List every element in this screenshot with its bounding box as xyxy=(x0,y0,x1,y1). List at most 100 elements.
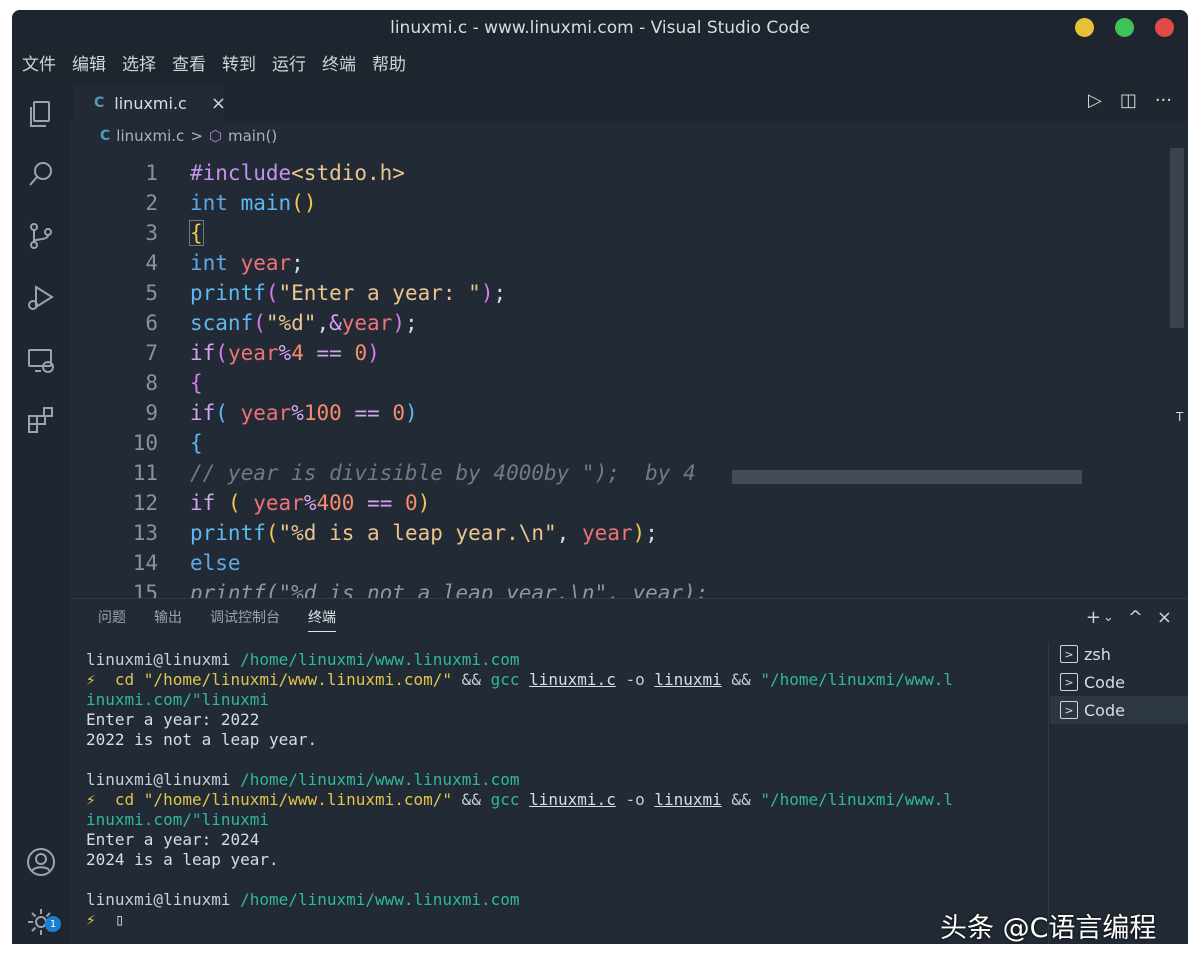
extensions-icon[interactable] xyxy=(25,404,57,436)
maximize-button[interactable] xyxy=(1115,18,1134,37)
terminal-command-wrap: inuxmi.com/"linuxmi xyxy=(86,690,270,709)
code-text: printf("Enter a year: "); xyxy=(190,281,507,305)
tab-debug-console[interactable]: 调试控制台 xyxy=(210,607,280,632)
line-number: 8 xyxy=(145,371,158,395)
code-text: scanf("%d",&year); xyxy=(190,311,418,335)
breadcrumb-symbol[interactable]: main() xyxy=(228,127,277,145)
breadcrumb-file[interactable]: linuxmi.c xyxy=(116,127,184,145)
terminal-item-label: Code xyxy=(1084,672,1125,692)
breadcrumb-c-icon: C xyxy=(100,128,111,144)
terminal-item-label: Code xyxy=(1084,700,1125,720)
remote-explorer-icon[interactable] xyxy=(25,344,57,376)
line-number: 15 xyxy=(132,581,158,598)
code-text: { xyxy=(189,220,204,246)
menu-help[interactable]: 帮助 xyxy=(372,50,406,75)
code-line: 9 if( year%100 == 0) xyxy=(70,398,417,428)
terminal-item-code[interactable]: > Code xyxy=(1050,668,1188,696)
line-number: 4 xyxy=(145,251,158,275)
terminal-output-line: 2022 is not a leap year. xyxy=(86,730,318,749)
code-text: printf("%d is a leap year.\n", year); xyxy=(190,521,658,545)
activity-bar xyxy=(12,78,70,944)
code-text: if(year%4 == 0) xyxy=(190,341,380,365)
line-number: 14 xyxy=(132,551,158,575)
terminal-list-divider xyxy=(1048,642,1049,944)
tab-problems[interactable]: 问题 xyxy=(98,607,126,632)
line-number: 7 xyxy=(145,341,158,365)
code-line: 2 int main() xyxy=(70,188,316,218)
code-line: 6 scanf("%d",&year); xyxy=(70,308,417,338)
terminal-item-zsh[interactable]: > zsh xyxy=(1050,640,1188,668)
menu-edit[interactable]: 编辑 xyxy=(72,50,106,75)
tab-terminal[interactable]: 终端 xyxy=(308,607,336,632)
breadcrumb: C linuxmi.c > ⬡ main() xyxy=(100,124,277,148)
menu-file[interactable]: 文件 xyxy=(22,50,56,75)
maximize-panel-icon[interactable]: ^ xyxy=(1128,607,1143,628)
line-number: 12 xyxy=(132,491,158,515)
search-icon[interactable] xyxy=(25,158,57,190)
tab-label: linuxmi.c xyxy=(114,93,187,113)
terminal-output[interactable]: linuxmi@linuxmi /home/linuxmi/www.linuxm… xyxy=(86,650,1026,930)
code-text: { xyxy=(190,371,203,395)
tab-close-icon[interactable]: × xyxy=(211,93,226,114)
explorer-icon[interactable] xyxy=(25,98,57,130)
run-code-icon[interactable]: ▷ xyxy=(1088,90,1102,111)
account-icon[interactable] xyxy=(25,846,57,878)
code-editor[interactable]: 1 #include<stdio.h> 2 int main() 3{ 4 int y… xyxy=(70,158,1170,598)
minimize-button[interactable] xyxy=(1075,18,1094,37)
terminal-item-code-selected[interactable]: > Code xyxy=(1050,696,1188,724)
terminal-item-label: zsh xyxy=(1084,644,1111,664)
terminal-input-line: Enter a year: 2024 xyxy=(86,830,260,849)
code-text: int year; xyxy=(190,251,304,275)
code-line: 3{ xyxy=(70,218,204,248)
code-line: 14 else xyxy=(70,548,241,578)
editor-tab-bar: C linuxmi.c × ▷ ◫ ··· xyxy=(70,78,1188,122)
terminal-list: > zsh > Code > Code xyxy=(1050,640,1188,724)
code-text: { xyxy=(190,431,203,455)
terminal-command-line: ⚡ cd "/home/linuxmi/www.linuxmi.com/" &&… xyxy=(86,790,953,809)
terminal-icon: > xyxy=(1060,645,1078,663)
code-text: int main() xyxy=(190,191,317,215)
run-debug-icon[interactable] xyxy=(25,282,57,314)
line-number: 1 xyxy=(145,161,158,185)
menu-bar: 文件 编辑 选择 查看 转到 运行 终端 帮助 xyxy=(12,46,1188,78)
line-number: 2 xyxy=(145,191,158,215)
close-panel-icon[interactable]: × xyxy=(1157,607,1172,628)
terminal-active-prompt: ⚡ ▯ xyxy=(86,910,125,929)
code-line: 4 int year; xyxy=(70,248,303,278)
terminal-output-line: 2024 is a leap year. xyxy=(86,850,279,869)
line-number: 10 xyxy=(132,431,158,455)
menu-terminal[interactable]: 终端 xyxy=(322,50,356,75)
code-line: 15 printf("%d is not a leap year.\n", yea… xyxy=(70,578,708,598)
more-actions-icon[interactable]: ··· xyxy=(1155,90,1172,111)
terminal-icon: > xyxy=(1060,701,1078,719)
menu-run[interactable]: 运行 xyxy=(272,50,306,75)
menu-view[interactable]: 查看 xyxy=(172,50,206,75)
menu-go[interactable]: 转到 xyxy=(222,50,256,75)
tab-linuxmi-c[interactable]: C linuxmi.c × xyxy=(74,84,226,122)
code-text: else xyxy=(190,551,241,575)
symbol-method-icon: ⬡ xyxy=(208,127,222,145)
code-line: 10 { xyxy=(70,428,203,458)
menu-selection[interactable]: 选择 xyxy=(122,50,156,75)
split-editor-icon[interactable]: ◫ xyxy=(1120,90,1137,111)
code-line: 12 if ( year%400 == 0) xyxy=(70,488,431,518)
c-file-icon: C xyxy=(94,95,105,111)
line-number: 5 xyxy=(145,281,158,305)
tab-output[interactable]: 输出 xyxy=(154,607,182,632)
code-line: 1 #include<stdio.h> xyxy=(70,158,405,188)
terminal-prompt-line: linuxmi@linuxmi /home/linuxmi/www.linuxm… xyxy=(86,890,520,909)
new-terminal-icon[interactable]: + xyxy=(1086,607,1101,628)
source-control-icon[interactable] xyxy=(25,220,57,252)
close-button[interactable] xyxy=(1155,18,1174,37)
code-text: if ( year%400 == 0) xyxy=(190,491,431,515)
line-number: 3 xyxy=(145,221,158,245)
terminal-prompt-line: linuxmi@linuxmi /home/linuxmi/www.linuxm… xyxy=(86,650,520,669)
editor-scrollbar[interactable] xyxy=(1170,148,1184,328)
title-bar: linuxmi.c - www.linuxmi.com - Visual Stu… xyxy=(12,10,1188,46)
line-number: 13 xyxy=(132,521,158,545)
code-line: 7 if(year%4 == 0) xyxy=(70,338,379,368)
terminal-dropdown-icon[interactable]: ⌄ xyxy=(1103,607,1114,628)
terminal-command-line: ⚡ cd "/home/linuxmi/www.linuxmi.com/" &&… xyxy=(86,670,953,689)
